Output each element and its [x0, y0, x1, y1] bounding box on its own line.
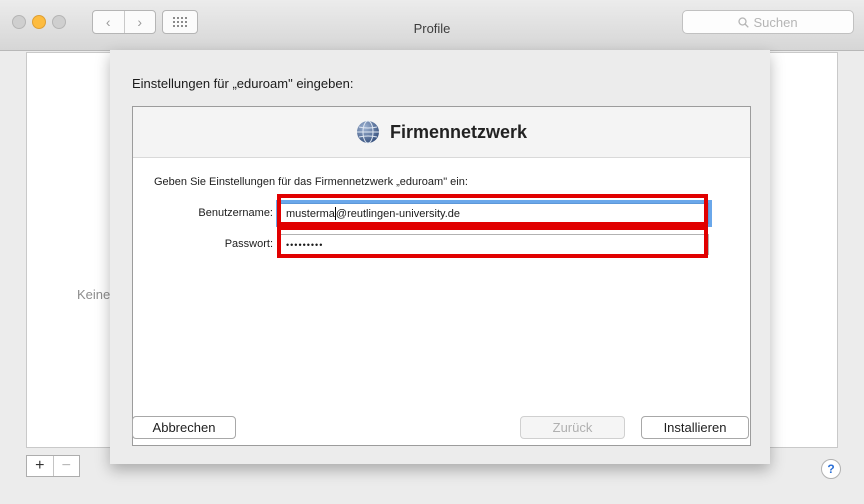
password-highlight: [277, 226, 708, 258]
add-button[interactable]: +: [27, 456, 53, 476]
panel-title: Firmennetzwerk: [389, 121, 528, 142]
sheet-heading: Einstellungen für „eduroam" eingeben:: [132, 76, 354, 91]
panel-header: Firmennetzwerk: [133, 107, 750, 158]
cancel-button[interactable]: Abbrechen: [132, 416, 236, 439]
search-field[interactable]: Suchen: [682, 10, 854, 34]
add-remove-buttons: + −: [26, 455, 80, 477]
username-highlight: [277, 194, 708, 226]
search-icon: [738, 16, 750, 28]
settings-panel: Firmennetzwerk Geben Sie Einstellungen f…: [132, 106, 751, 446]
search-placeholder: Suchen: [753, 14, 798, 30]
description-text: Geben Sie Einstellungen für das Firmenne…: [154, 176, 468, 188]
help-icon[interactable]: ?: [821, 459, 841, 479]
back-button[interactable]: Zurück: [520, 416, 625, 439]
remove-button[interactable]: −: [52, 456, 80, 476]
settings-sheet: Einstellungen für „eduroam" eingeben: Fi…: [110, 50, 770, 464]
password-label: Passwort:: [224, 238, 273, 250]
titlebar: ‹ › Profile Suchen: [0, 0, 864, 51]
username-label: Benutzername:: [198, 207, 273, 219]
install-button[interactable]: Installieren: [641, 416, 749, 439]
globe-icon: [356, 120, 379, 144]
